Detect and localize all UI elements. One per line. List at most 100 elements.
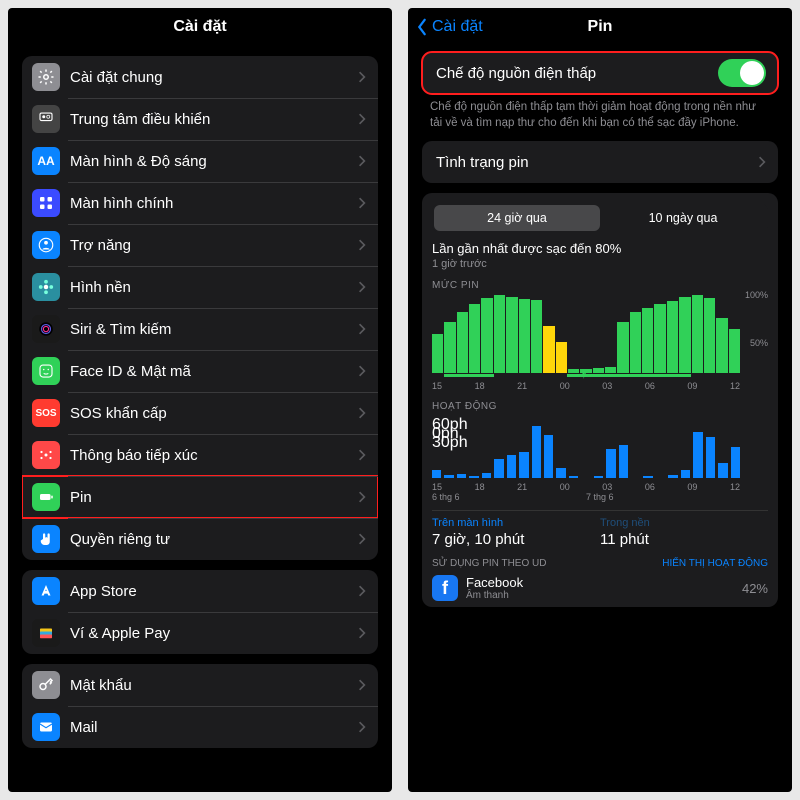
row-label: Mật khẩu <box>70 677 358 694</box>
faceid-icon <box>32 357 60 385</box>
settings-row-control[interactable]: Trung tâm điều khiển <box>22 98 378 140</box>
seg-24h[interactable]: 24 giờ qua <box>434 205 600 231</box>
row-label: Màn hình chính <box>70 195 358 212</box>
seg-10d[interactable]: 10 ngày qua <box>600 205 766 231</box>
settings-row-general[interactable]: Cài đặt chung <box>22 56 378 98</box>
settings-row-home[interactable]: Màn hình chính <box>22 182 378 224</box>
background-label: Trong nền <box>600 517 768 529</box>
facebook-icon: f <box>432 575 458 601</box>
row-label: Màn hình & Độ sáng <box>70 153 358 170</box>
onscreen-value: 7 giờ, 10 phút <box>432 531 600 548</box>
usage-app-pct: 42% <box>742 581 768 596</box>
usage-right-link[interactable]: HIỂN THỊ HOẠT ĐỘNG <box>662 558 768 569</box>
chevron-right-icon <box>358 365 366 377</box>
display-icon: AA <box>32 147 60 175</box>
battery-screen: Cài đặt Pin Chế độ nguồn điện thấp Chế đ… <box>408 8 792 792</box>
last-charge-sub: 1 giờ trước <box>432 258 768 270</box>
low-power-row[interactable]: Chế độ nguồn điện thấp <box>422 52 778 94</box>
nav-bar: Cài đặt <box>8 8 392 46</box>
settings-row-mail[interactable]: Mail <box>22 706 378 748</box>
y-tick: 50% <box>750 338 768 348</box>
chevron-right-icon <box>358 679 366 691</box>
level-section-label: MỨC PIN <box>432 280 768 291</box>
usage-app-row[interactable]: f Facebook Âm thanh 42% <box>432 575 768 601</box>
settings-screen: Cài đặt Cài đặt chung Trung tâm điều khiể… <box>8 8 392 792</box>
general-icon <box>32 63 60 91</box>
row-label: Pin <box>70 489 358 506</box>
chevron-right-icon <box>358 491 366 503</box>
sos-icon: SOS <box>32 399 60 427</box>
battery-level-chart: 100% 50% 1518210003060912 <box>432 295 768 391</box>
chevron-right-icon <box>358 533 366 545</box>
privacy-icon <box>32 525 60 553</box>
usage-app-name: Facebook <box>466 575 523 590</box>
y-tick: 100% <box>745 290 768 300</box>
settings-row-wallet[interactable]: Ví & Apple Pay <box>22 612 378 654</box>
nav-bar: Cài đặt Pin <box>408 8 792 46</box>
chevron-right-icon <box>358 71 366 83</box>
row-label: Hình nền <box>70 279 358 296</box>
settings-row-sos[interactable]: SOS SOS khẩn cấp <box>22 392 378 434</box>
settings-row-wallpaper[interactable]: Hình nền <box>22 266 378 308</box>
low-power-toggle[interactable] <box>718 59 766 87</box>
settings-row-display[interactable]: AA Màn hình & Độ sáng <box>22 140 378 182</box>
battery-health-label: Tình trạng pin <box>436 154 758 171</box>
chevron-right-icon <box>358 449 366 461</box>
settings-group-1: Cài đặt chung Trung tâm điều khiển AA Màn h… <box>22 56 378 560</box>
usage-summary: Trên màn hình 7 giờ, 10 phút Trong nền 1… <box>432 510 768 548</box>
low-power-label: Chế độ nguồn điện thấp <box>436 65 718 82</box>
last-charge-title: Lần gần nhất được sạc đến 80% <box>432 241 768 256</box>
back-button[interactable]: Cài đặt <box>416 18 483 36</box>
row-label: Thông báo tiếp xúc <box>70 447 358 464</box>
settings-row-exposure[interactable]: Thông báo tiếp xúc <box>22 434 378 476</box>
row-label: App Store <box>70 583 358 600</box>
row-label: Mail <box>70 719 358 736</box>
chevron-right-icon <box>758 156 766 168</box>
row-label: Cài đặt chung <box>70 69 358 86</box>
settings-row-faceid[interactable]: Face ID & Mật mã <box>22 350 378 392</box>
chevron-right-icon <box>358 721 366 733</box>
usage-card: 24 giờ qua 10 ngày qua Lần gần nhất được… <box>422 193 778 607</box>
row-label: SOS khẩn cấp <box>70 405 358 422</box>
row-label: Ví & Apple Pay <box>70 625 358 642</box>
chevron-right-icon <box>358 281 366 293</box>
back-label: Cài đặt <box>432 18 483 36</box>
mail-icon <box>32 713 60 741</box>
settings-row-privacy[interactable]: Quyền riêng tư <box>22 518 378 560</box>
passwords-icon <box>32 671 60 699</box>
low-power-description: Chế độ nguồn điện thấp tạm thời giảm hoạ… <box>408 94 792 131</box>
chevron-right-icon <box>358 627 366 639</box>
battery-icon <box>32 483 60 511</box>
control-icon <box>32 105 60 133</box>
row-label: Trợ năng <box>70 237 358 254</box>
chevron-right-icon <box>358 585 366 597</box>
battery-health-row[interactable]: Tình trạng pin <box>422 141 778 183</box>
chevron-right-icon <box>358 323 366 335</box>
settings-row-battery[interactable]: Pin <box>22 476 378 518</box>
chevron-right-icon <box>358 197 366 209</box>
exposure-icon <box>32 441 60 469</box>
settings-row-appstore[interactable]: App Store <box>22 570 378 612</box>
time-range-segment[interactable]: 24 giờ qua 10 ngày qua <box>432 203 768 233</box>
access-icon <box>32 231 60 259</box>
page-title: Cài đặt <box>173 18 226 36</box>
background-value: 11 phút <box>600 531 768 548</box>
siri-icon <box>32 315 60 343</box>
chevron-left-icon <box>416 18 428 36</box>
settings-row-passwords[interactable]: Mật khẩu <box>22 664 378 706</box>
usage-by-app-header: SỬ DỤNG PIN THEO UD HIỂN THỊ HOẠT ĐỘNG <box>432 558 768 569</box>
chevron-right-icon <box>358 407 366 419</box>
settings-row-siri[interactable]: Siri & Tìm kiếm <box>22 308 378 350</box>
activity-chart: 60ph 30ph 0ph 1518210003060912 6 thg 67 … <box>432 416 768 502</box>
usage-app-sub: Âm thanh <box>466 590 523 601</box>
row-label: Siri & Tìm kiếm <box>70 321 358 338</box>
home-icon <box>32 189 60 217</box>
settings-group-3: Mật khẩu Mail <box>22 664 378 748</box>
row-label: Face ID & Mật mã <box>70 363 358 380</box>
activity-section-label: HOẠT ĐỘNG <box>432 401 768 412</box>
chevron-right-icon <box>358 155 366 167</box>
wallet-icon <box>32 619 60 647</box>
settings-group-2: App Store Ví & Apple Pay <box>22 570 378 654</box>
settings-row-access[interactable]: Trợ năng <box>22 224 378 266</box>
row-label: Trung tâm điều khiển <box>70 111 358 128</box>
